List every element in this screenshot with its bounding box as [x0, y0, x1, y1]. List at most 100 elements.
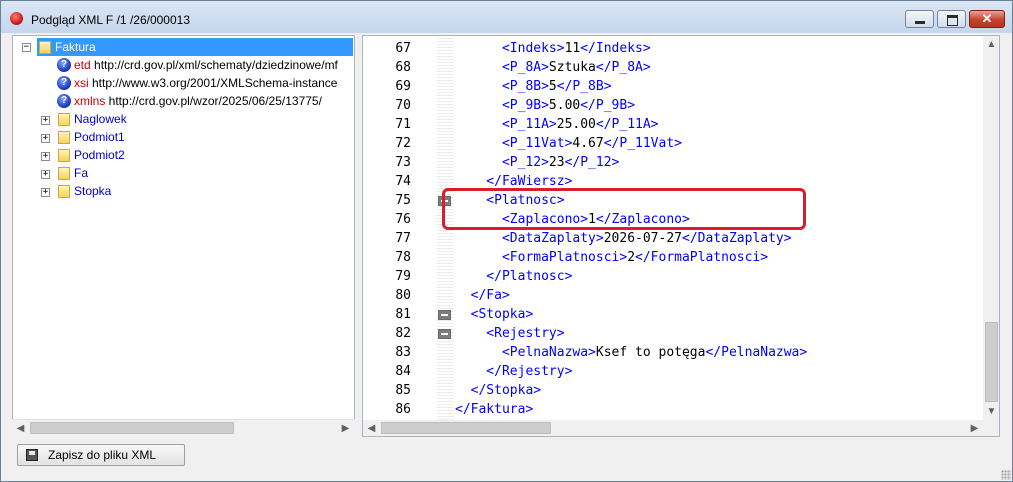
line-number: 67 — [395, 41, 411, 56]
fold-toggle-icon[interactable] — [438, 310, 451, 320]
collapse-toggle-faktura[interactable]: − — [22, 43, 31, 52]
scrollbar-thumb[interactable] — [30, 422, 234, 434]
element-value: 23 — [548, 155, 565, 170]
xml-tree-panel[interactable]: Faktura − ? etd http://crd.gov.pl/xml/sc… — [12, 35, 355, 437]
code-line[interactable]: 86 </Faktura> — [363, 400, 981, 419]
code-line[interactable]: 85 </Stopka> — [363, 381, 981, 400]
scroll-down-icon[interactable]: ▼ — [983, 403, 999, 420]
code-text: </Fa> — [455, 286, 510, 305]
folder-icon — [58, 167, 70, 180]
expand-toggle-podmiot2[interactable]: + — [41, 152, 50, 161]
code-text: <P_8B>5</P_8B> — [455, 77, 612, 96]
expand-toggle-podmiot1[interactable]: + — [41, 134, 50, 143]
xml-tag: </PelnaNazwa> — [705, 345, 808, 360]
expand-toggle-fa[interactable]: + — [41, 170, 50, 179]
element-value: Sztuka — [548, 60, 596, 75]
line-number: 79 — [395, 269, 411, 284]
code-text: </Platnosc> — [455, 267, 572, 286]
code-text: <P_12>23</P_12> — [455, 153, 619, 172]
line-number: 83 — [395, 345, 411, 360]
scrollbar-thumb[interactable] — [381, 422, 551, 434]
code-line[interactable]: 77 <DataZaplaty>2026-07-27</DataZaplaty> — [363, 229, 981, 248]
expand-toggle-naglowek[interactable]: + — [41, 116, 50, 125]
code-line[interactable]: 83 <PelnaNazwa>Ksef to potęga</PelnaNazw… — [363, 343, 981, 362]
code-text: <Indeks>11</Indeks> — [455, 39, 651, 58]
code-line[interactable]: 82 <Rejestry> — [363, 324, 981, 343]
scroll-up-icon[interactable]: ▲ — [983, 36, 999, 53]
save-to-xml-button[interactable]: Zapisz do pliku XML — [17, 444, 185, 466]
element-value: Ksef to potęga — [595, 345, 706, 360]
code-text: <Stopka> — [455, 305, 534, 324]
xml-tag: <Stopka> — [455, 307, 534, 322]
close-button[interactable]: ✕ — [969, 10, 1005, 28]
scroll-right-icon[interactable]: ▶ — [966, 420, 983, 436]
code-line[interactable]: 68 <P_8A>Sztuka</P_8A> — [363, 58, 981, 77]
scroll-corner — [983, 420, 999, 436]
line-number: 76 — [395, 212, 411, 227]
line-number: 68 — [395, 60, 411, 75]
code-text: <P_9B>5.00</P_9B> — [455, 96, 635, 115]
folder-icon — [58, 185, 70, 198]
resize-grip[interactable] — [1001, 470, 1011, 480]
code-line[interactable]: 70 <P_9B>5.00</P_9B> — [363, 96, 981, 115]
code-line[interactable]: 73 <P_12>23</P_12> — [363, 153, 981, 172]
line-number: 77 — [395, 231, 411, 246]
question-icon: ? — [57, 58, 71, 72]
save-button-label: Zapisz do pliku XML — [48, 448, 157, 462]
code-text: </Stopka> — [455, 381, 541, 400]
code-line[interactable]: 80 </Fa> — [363, 286, 981, 305]
code-horizontal-scrollbar[interactable]: ◀ ▶ — [363, 420, 983, 436]
xml-tag: </Fa> — [455, 288, 510, 303]
title-bar[interactable]: Podgląd XML F /1 /26/000013 ✕ — [1, 1, 1012, 33]
code-text: <PelnaNazwa>Ksef to potęga</PelnaNazwa> — [455, 343, 807, 362]
line-number: 86 — [395, 402, 411, 417]
maximize-icon — [947, 15, 958, 26]
tree-horizontal-scrollbar[interactable]: ◀ ▶ — [12, 419, 355, 437]
code-line[interactable]: 72 <P_11Vat>4.67</P_11Vat> — [363, 134, 981, 153]
code-line[interactable]: 81 <Stopka> — [363, 305, 981, 324]
xml-tag: </Rejestry> — [455, 364, 573, 379]
maximize-button[interactable] — [937, 10, 966, 28]
code-line[interactable]: 78 <FormaPlatnosci>2</FormaPlatnosci> — [363, 248, 981, 267]
line-number: 71 — [395, 117, 411, 132]
scroll-right-icon[interactable]: ▶ — [337, 420, 354, 437]
element-value: 4.67 — [572, 136, 604, 151]
code-vertical-scrollbar[interactable]: ▲ ▼ — [983, 36, 999, 420]
code-line[interactable]: 71 <P_11A>25.00</P_11A> — [363, 115, 981, 134]
xml-tag: <DataZaplaty> — [455, 231, 604, 246]
xml-tag: </FormaPlatnosci> — [635, 250, 769, 265]
line-number: 85 — [395, 383, 411, 398]
line-number: 82 — [395, 326, 411, 341]
tree-node-label: Fa — [74, 166, 89, 180]
tree-node-label: Stopka — [74, 184, 112, 198]
line-number: 80 — [395, 288, 411, 303]
xml-tag: </FaWiersz> — [455, 174, 573, 189]
fold-toggle-icon[interactable] — [438, 329, 451, 339]
window-title: Podgląd XML F /1 /26/000013 — [31, 13, 190, 27]
xml-tag: <P_8A> — [455, 60, 549, 75]
attribute-value: http://crd.gov.pl/wzor/2025/06/25/13775/ — [105, 94, 322, 108]
code-text: <P_11Vat>4.67</P_11Vat> — [455, 134, 682, 153]
xml-tag: <P_8B> — [455, 79, 549, 94]
expand-toggle-stopka[interactable]: + — [41, 188, 50, 197]
folder-icon — [39, 41, 51, 54]
code-line[interactable]: 67 <Indeks>11</Indeks> — [363, 39, 981, 58]
code-line[interactable]: 69 <P_8B>5</P_8B> — [363, 77, 981, 96]
scrollbar-thumb[interactable] — [985, 322, 998, 402]
line-number: 70 — [395, 98, 411, 113]
xml-tag: </P_11Vat> — [603, 136, 682, 151]
xml-tag: <Indeks> — [455, 41, 565, 56]
tree-node-faktura[interactable]: Faktura — [37, 38, 353, 56]
xml-tag: </Indeks> — [580, 41, 651, 56]
scroll-left-icon[interactable]: ◀ — [363, 420, 380, 436]
xml-code-view[interactable]: 67 <Indeks>11</Indeks> 68 <P_8A>Sztuka</P… — [362, 35, 1000, 437]
line-number: 75 — [395, 193, 411, 208]
xml-tag: </P_9B> — [580, 98, 636, 113]
line-number: 74 — [395, 174, 411, 189]
code-text: <P_8A>Sztuka</P_8A> — [455, 58, 651, 77]
minimize-button[interactable] — [905, 10, 934, 28]
code-line[interactable]: 79 </Platnosc> — [363, 267, 981, 286]
scroll-left-icon[interactable]: ◀ — [12, 420, 29, 437]
code-line[interactable]: 84 </Rejestry> — [363, 362, 981, 381]
xml-tag: </Platnosc> — [455, 269, 573, 284]
